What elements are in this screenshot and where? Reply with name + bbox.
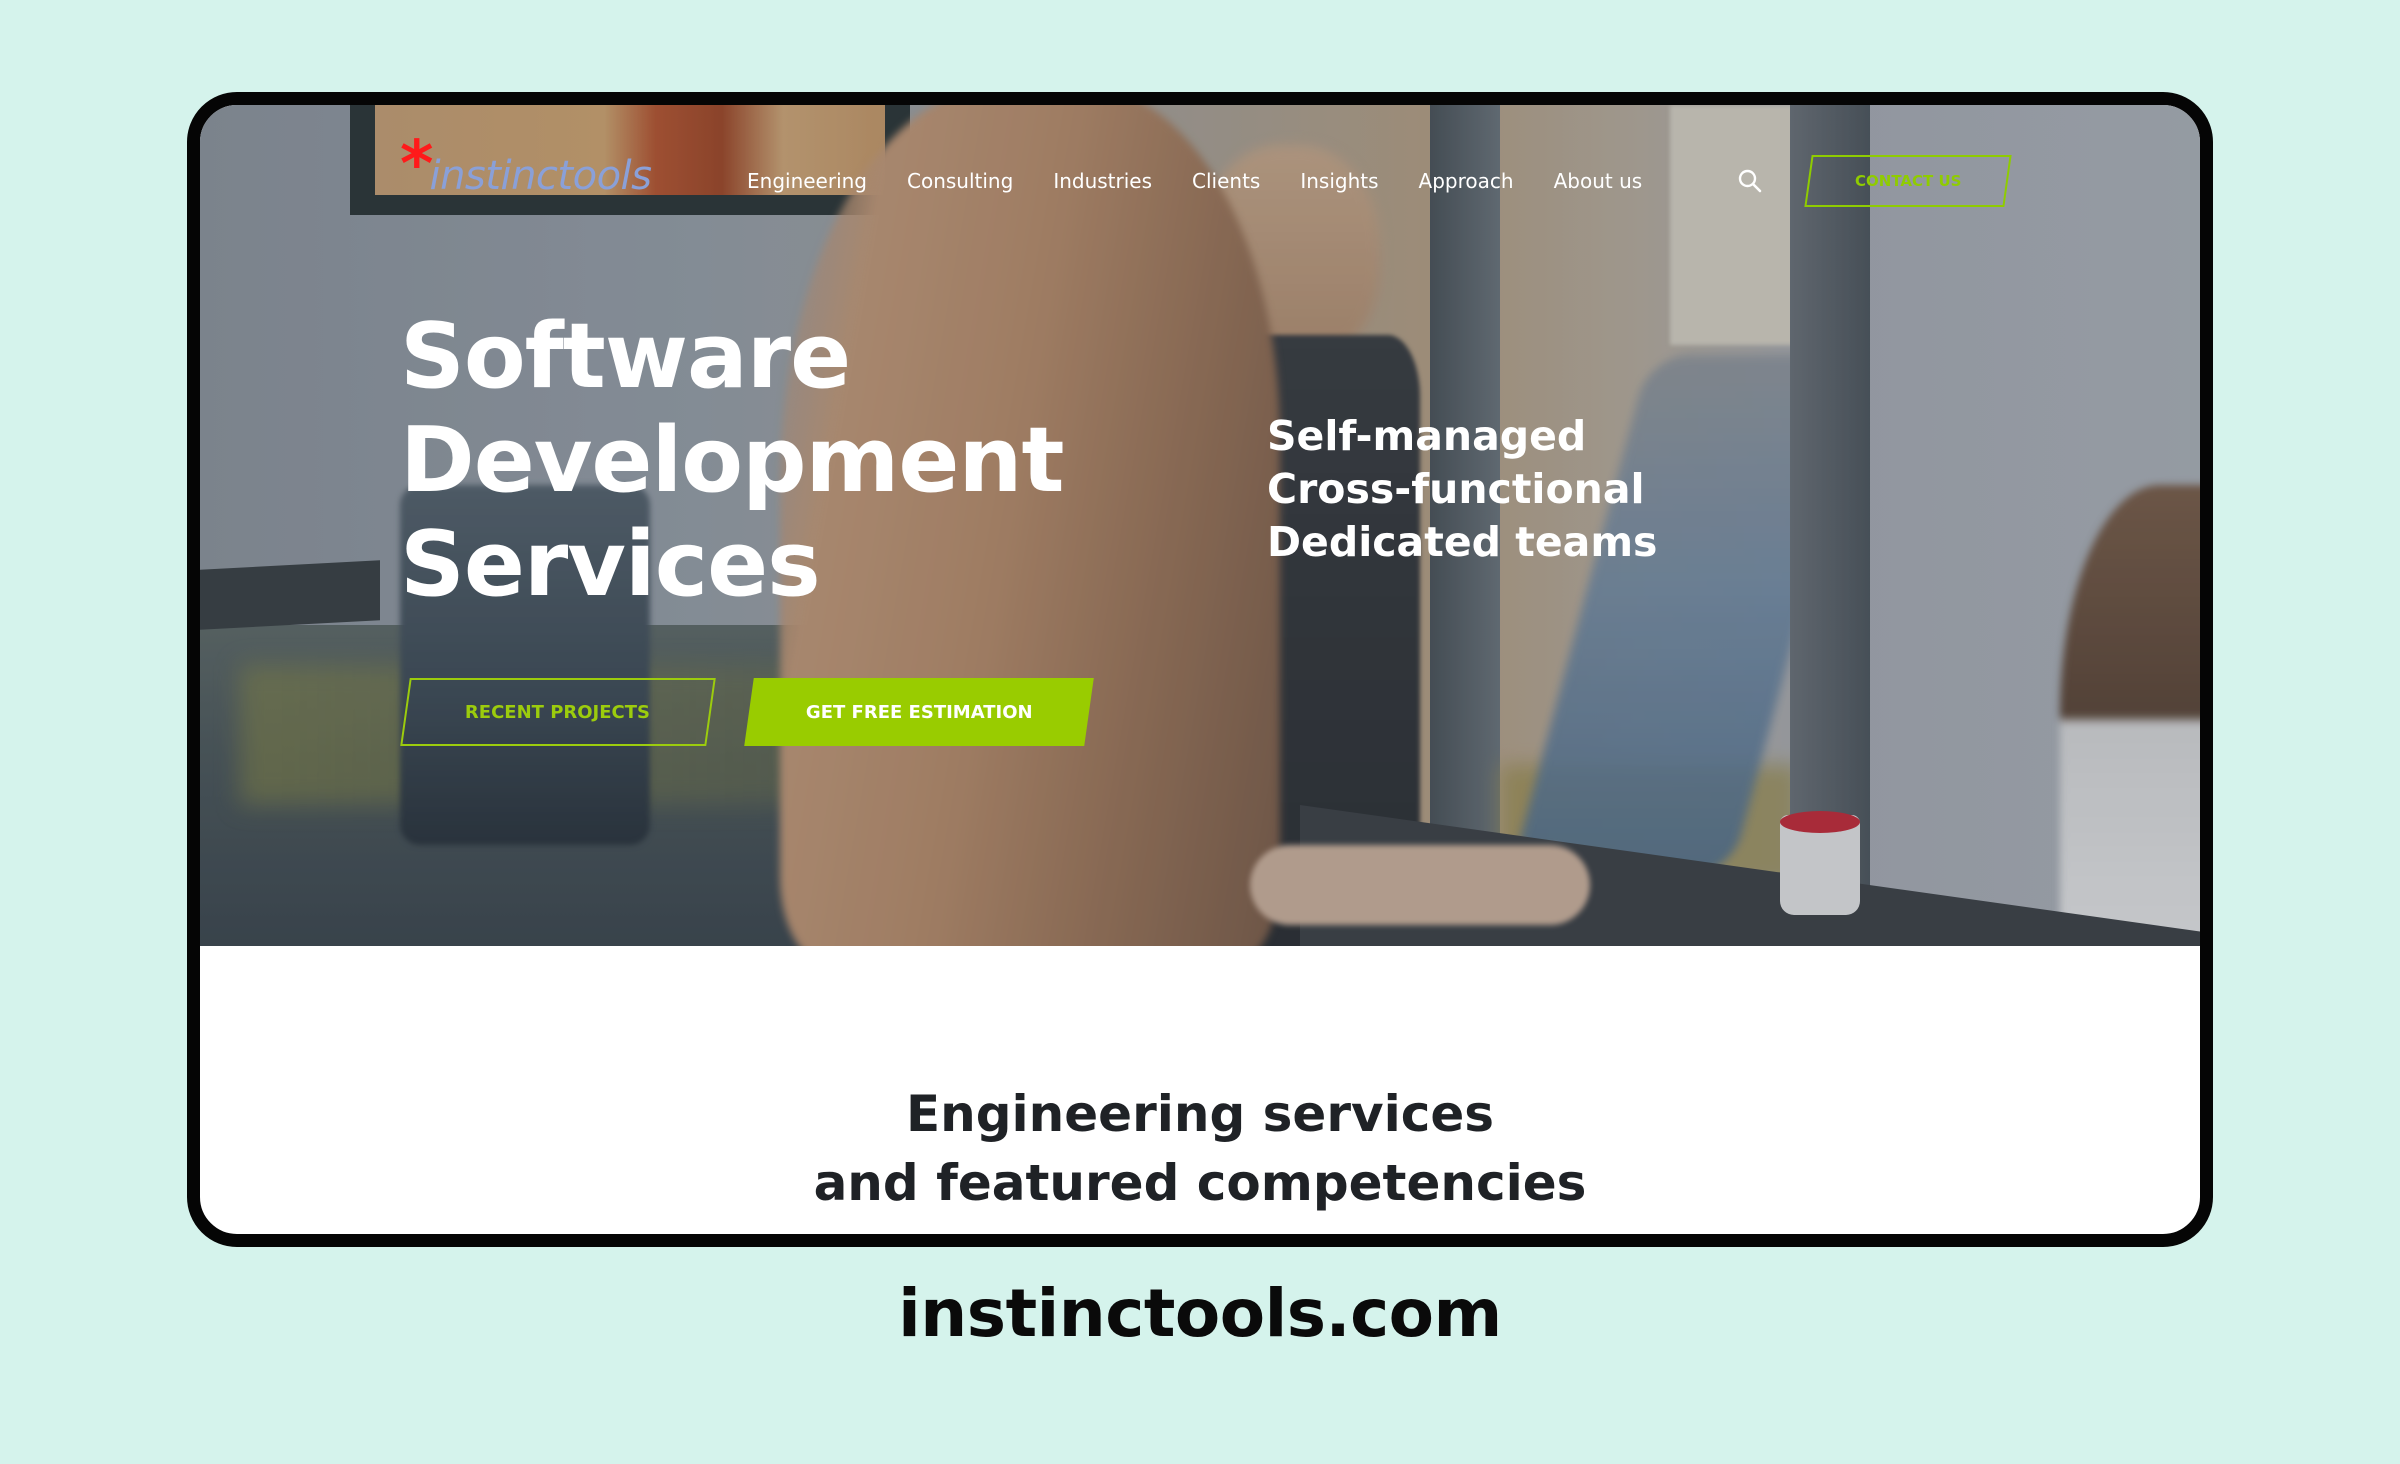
contact-us-button[interactable]: CONTACT US — [1804, 155, 2012, 207]
hero-section: * instinctools Engineering Consulting In… — [200, 105, 2200, 946]
nav-consulting[interactable]: Consulting — [907, 169, 1013, 193]
section-title: Engineering services and featured compet… — [200, 1080, 2200, 1218]
nav-approach[interactable]: Approach — [1419, 169, 1514, 193]
site-caption: instinctools.com — [898, 1275, 1502, 1352]
nav-clients[interactable]: Clients — [1192, 169, 1260, 193]
hero-subtitle-line: Self-managed — [1267, 412, 1587, 460]
hero-subtitle: Self-managed Cross-functional Dedicated … — [1267, 410, 1657, 569]
hero-subtitle-line: Dedicated teams — [1267, 518, 1658, 566]
hero-title-line: Services — [400, 512, 821, 617]
nav-about-us[interactable]: About us — [1554, 169, 1643, 193]
hero-title-line: Development — [400, 408, 1064, 513]
search-icon[interactable] — [1737, 168, 1763, 194]
contact-us-label: CONTACT US — [1854, 172, 1962, 190]
nav-engineering[interactable]: Engineering — [747, 169, 867, 193]
logo[interactable]: * instinctools — [400, 128, 652, 202]
device-frame: * instinctools Engineering Consulting In… — [187, 92, 2213, 1247]
get-free-estimation-button[interactable]: GET FREE ESTIMATION — [744, 678, 1094, 746]
asterisk-logo-icon: * — [400, 128, 434, 202]
hero-subtitle-line: Cross-functional — [1267, 465, 1645, 513]
recent-projects-button[interactable]: RECENT PROJECTS — [400, 678, 716, 746]
recent-projects-label: RECENT PROJECTS — [465, 701, 651, 723]
nav-industries[interactable]: Industries — [1053, 169, 1152, 193]
section-title-line: and featured competencies — [813, 1154, 1587, 1212]
hero-title-line: Software — [400, 304, 851, 409]
hero-title: Software Development Services — [400, 304, 1064, 617]
get-free-estimation-label: GET FREE ESTIMATION — [805, 701, 1033, 723]
logo-text: instinctools — [429, 153, 652, 199]
nav-insights[interactable]: Insights — [1300, 169, 1378, 193]
main-nav: Engineering Consulting Industries Client… — [747, 169, 1642, 193]
section-title-line: Engineering services — [905, 1085, 1495, 1143]
